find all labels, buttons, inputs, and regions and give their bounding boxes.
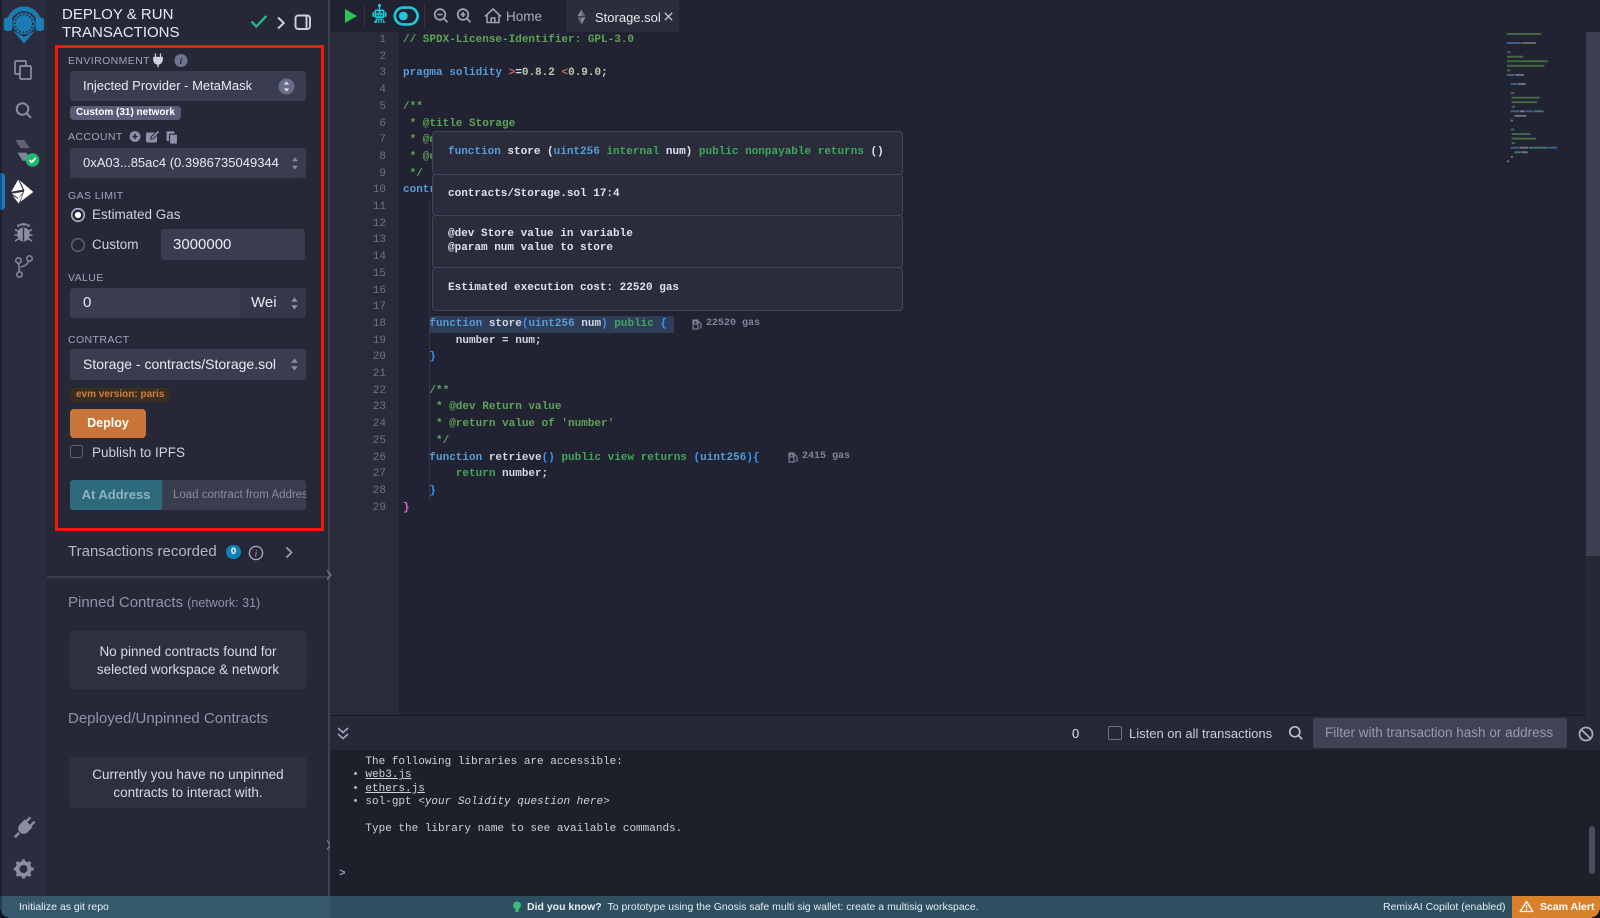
svg-text:i: i: [255, 549, 258, 559]
